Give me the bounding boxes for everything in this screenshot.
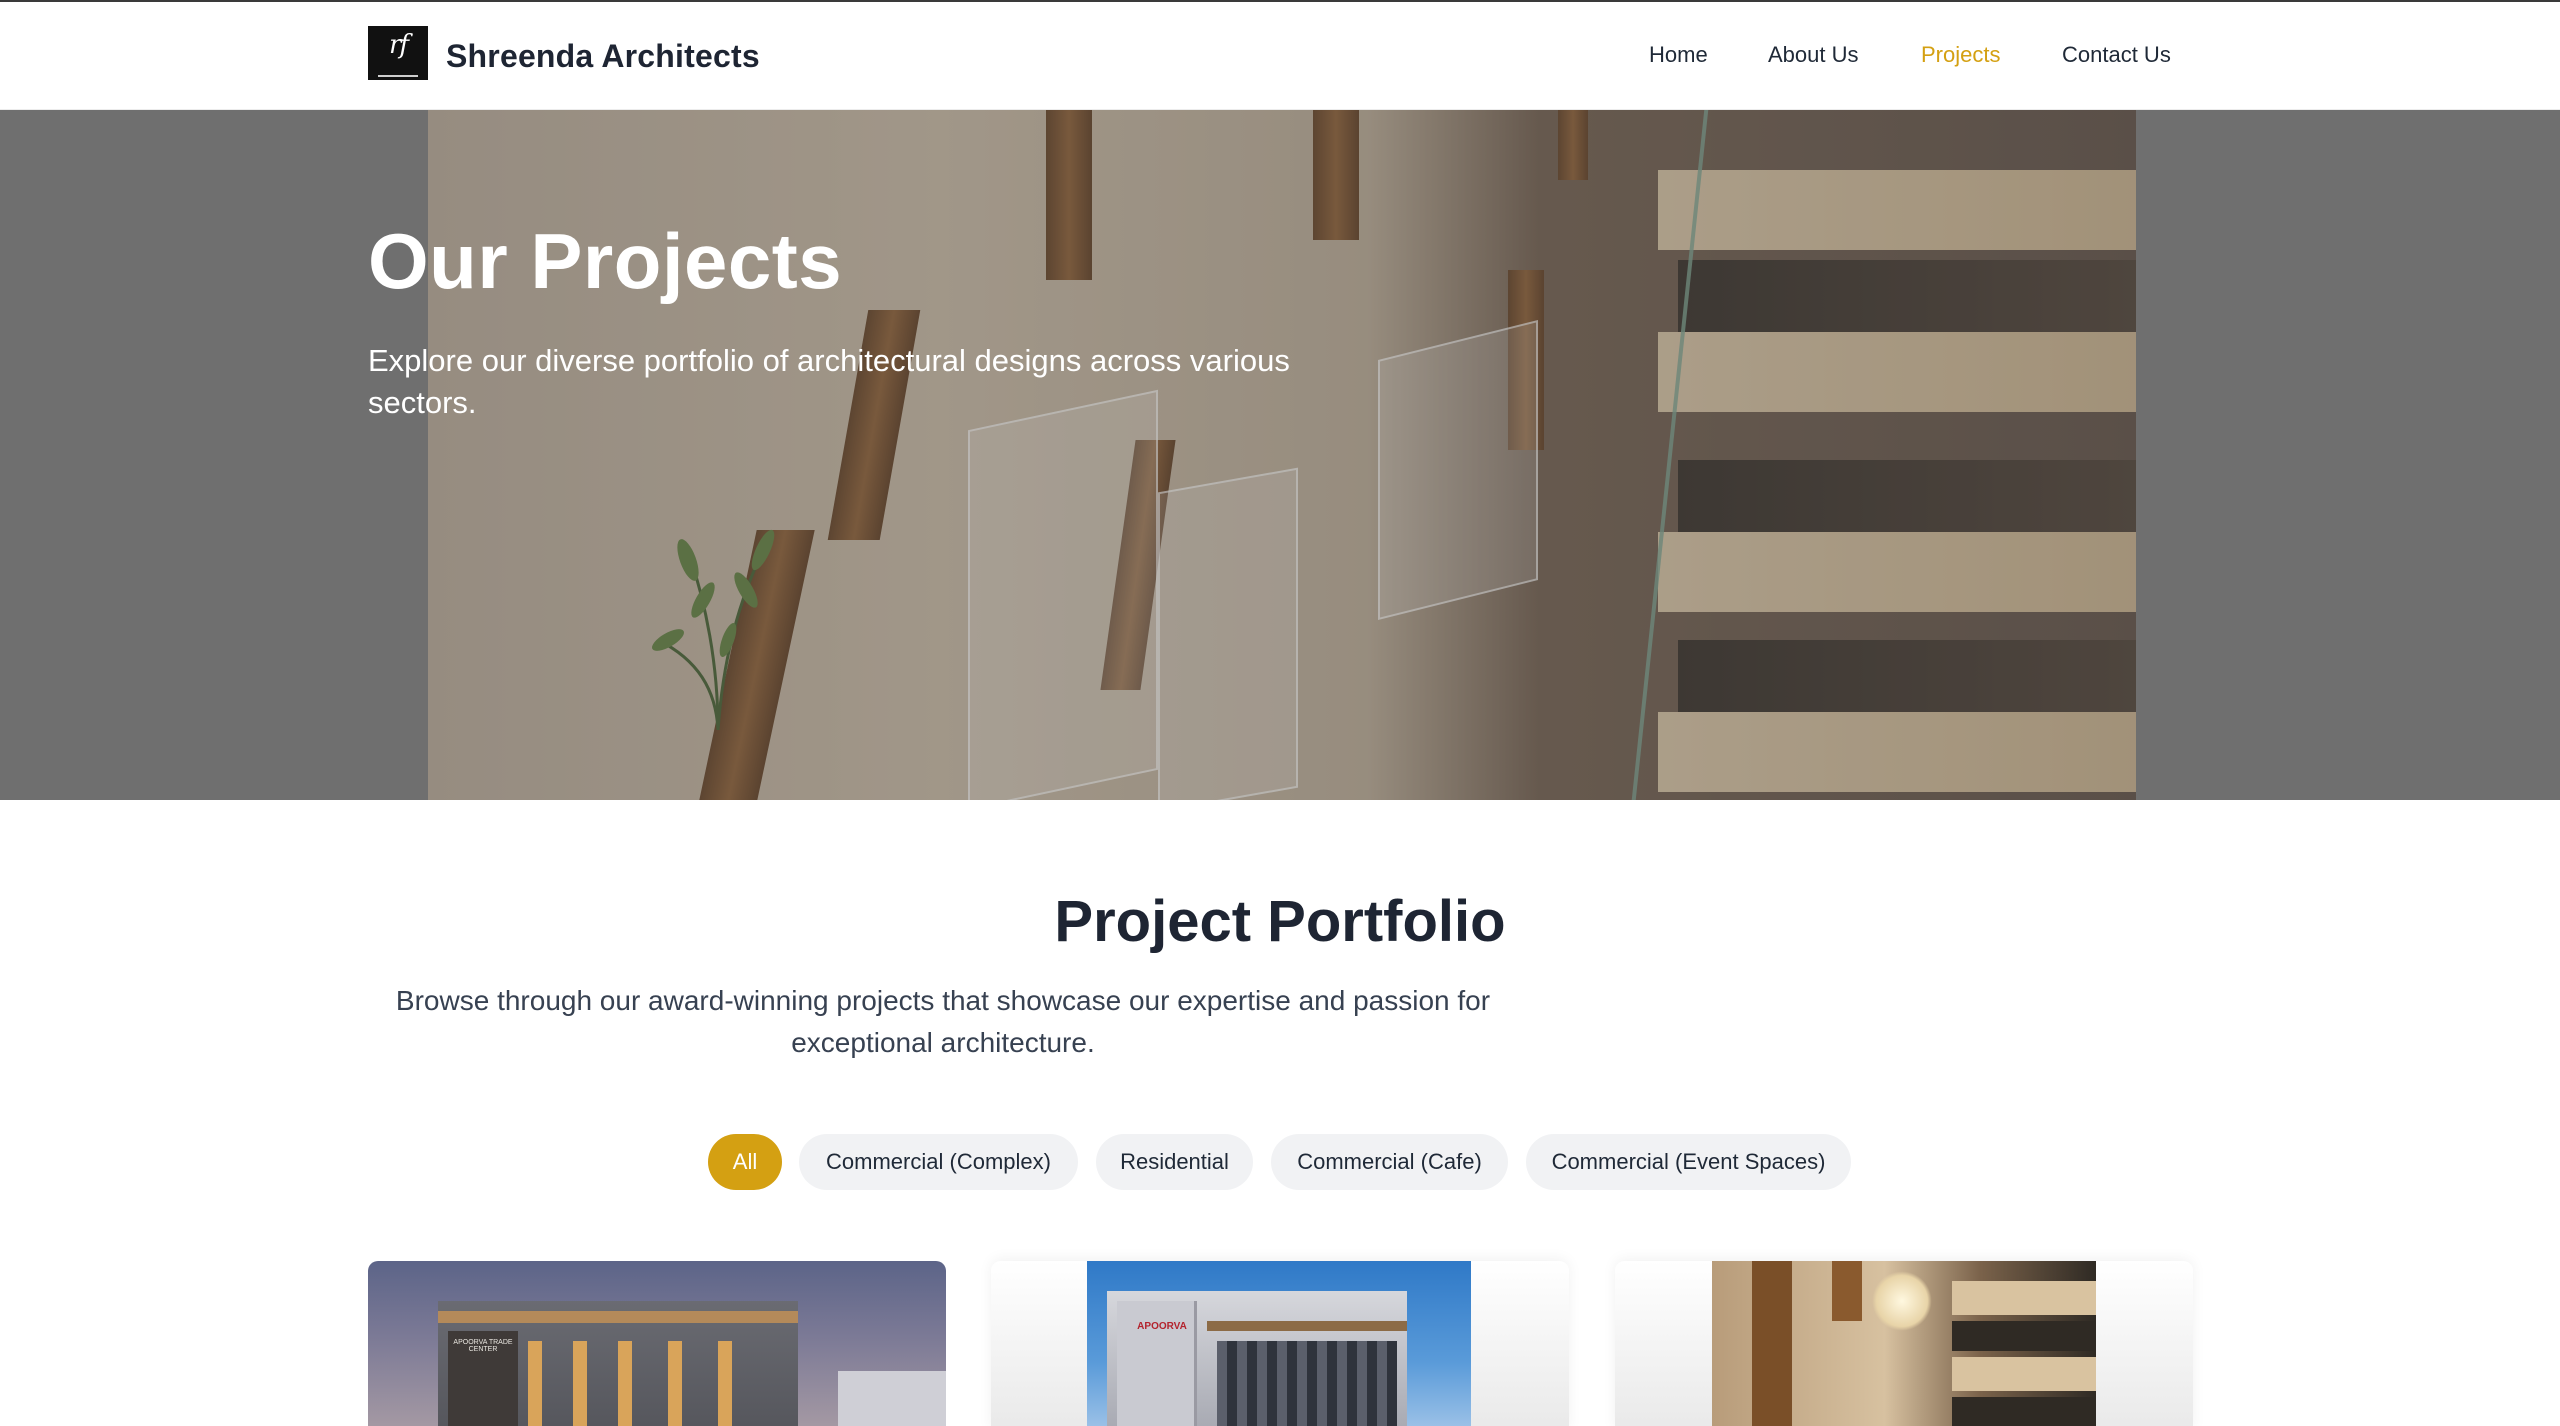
logo: rf xyxy=(368,26,428,86)
project-image: APOORVA TRADE CENTER xyxy=(368,1261,946,1426)
nav-contact-us[interactable]: Contact Us xyxy=(2062,42,2171,68)
hero-subtitle: Explore our diverse portfolio of archite… xyxy=(368,343,1290,420)
filter-commercial-event-spaces[interactable]: Commercial (Event Spaces) xyxy=(1526,1134,1851,1190)
portfolio-subtitle: Browse through our award-winning project… xyxy=(395,985,1491,1058)
logo-monogram: rf xyxy=(388,30,409,60)
project-card[interactable]: APOORVA xyxy=(991,1261,1569,1426)
filter-commercial-cafe[interactable]: Commercial (Cafe) xyxy=(1271,1134,1508,1190)
hero-title: Our Projects xyxy=(368,217,843,305)
nav-home[interactable]: Home xyxy=(1649,42,1708,68)
project-image: APOORVA xyxy=(1087,1261,1471,1426)
nav-about-us[interactable]: About Us xyxy=(1768,42,1859,68)
brand-name: Shreenda Architects xyxy=(446,37,760,74)
portfolio-title: Project Portfolio xyxy=(1054,889,1506,954)
filter-residential[interactable]: Residential xyxy=(1096,1134,1253,1190)
filter-bar: All Commercial (Complex) Residential Com… xyxy=(0,1134,2560,1190)
project-card[interactable]: APOORVA TRADE CENTER xyxy=(368,1261,946,1426)
hero-banner xyxy=(0,110,2560,800)
project-card[interactable] xyxy=(1615,1261,2193,1426)
filter-commercial-complex[interactable]: Commercial (Complex) xyxy=(799,1134,1078,1190)
filter-all[interactable]: All xyxy=(708,1134,782,1190)
navbar: rf Shreenda Architects Home About Us Pro… xyxy=(0,2,2560,110)
project-image xyxy=(1712,1261,2096,1426)
brand[interactable]: rf Shreenda Architects xyxy=(368,26,760,86)
nav-projects[interactable]: Projects xyxy=(1921,42,2000,68)
